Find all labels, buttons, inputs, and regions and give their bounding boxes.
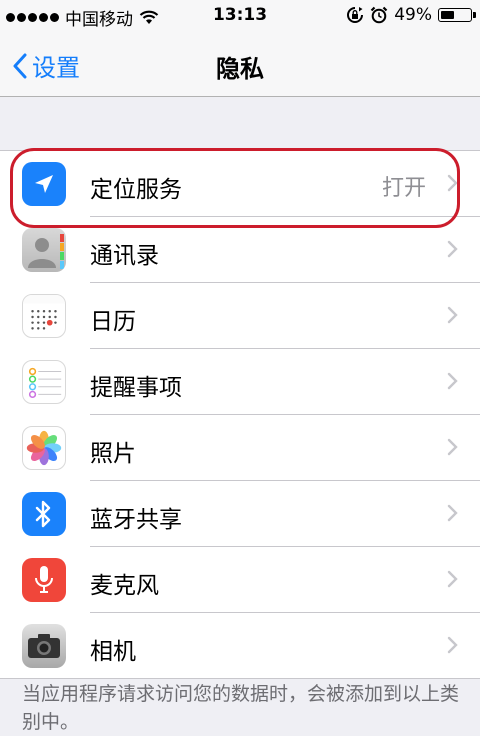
list-item-location-services[interactable]: 定位服务 打开 xyxy=(0,151,480,217)
list-item-label: 照片 xyxy=(90,441,136,467)
battery-fill xyxy=(441,11,454,19)
list-item-label: 日历 xyxy=(90,309,136,335)
chevron-right-icon xyxy=(447,438,458,456)
list-item-label: 麦克风 xyxy=(90,573,159,599)
navigation-bar: 设置 隐私 xyxy=(0,30,480,97)
rotation-lock-icon xyxy=(347,7,364,23)
list-item-photos[interactable]: 照片 xyxy=(0,415,480,481)
list-item-microphone[interactable]: 麦克风 xyxy=(0,547,480,613)
contacts-icon xyxy=(22,228,66,272)
list-item-label: 提醒事项 xyxy=(90,375,182,401)
list-item-bluetooth-sharing[interactable]: 蓝牙共享 xyxy=(0,481,480,547)
bluetooth-icon xyxy=(22,492,66,536)
list-item-camera[interactable]: 相机 xyxy=(0,613,480,679)
camera-icon xyxy=(22,624,66,668)
list-item-contacts[interactable]: 通讯录 xyxy=(0,217,480,283)
chevron-right-icon xyxy=(447,636,458,654)
list-item-value: 打开 xyxy=(381,176,426,201)
list-item-label: 蓝牙共享 xyxy=(90,507,182,533)
chevron-right-icon xyxy=(447,372,458,390)
alarm-icon xyxy=(370,6,388,24)
microphone-icon xyxy=(22,558,66,602)
battery-percent: 49% xyxy=(394,5,432,25)
list-item-label: 定位服务 xyxy=(90,177,182,203)
chevron-right-icon xyxy=(447,504,458,522)
reminders-icon xyxy=(22,360,66,404)
footer-note: 当应用程序请求访问您的数据时，会被添加到以上类别中。 xyxy=(22,683,460,733)
status-right: 49% xyxy=(346,5,476,25)
list-item-reminders[interactable]: 提醒事项 xyxy=(0,349,480,415)
battery-icon xyxy=(438,8,476,22)
status-bar: 中国移动 13:13 49% xyxy=(0,0,480,30)
list-item-calendar[interactable]: 日历 xyxy=(0,283,480,349)
page-title: 隐私 xyxy=(216,55,264,83)
location-arrow-icon xyxy=(22,162,66,206)
chevron-right-icon xyxy=(447,174,458,192)
privacy-list: 定位服务 打开 通讯录 日历 提醒事项 照片 蓝牙共享 麦克风 相机 xyxy=(0,150,480,679)
list-item-label: 通讯录 xyxy=(90,243,159,269)
chevron-right-icon xyxy=(447,306,458,324)
photos-icon xyxy=(22,426,66,470)
chevron-right-icon xyxy=(447,570,458,588)
calendar-icon xyxy=(22,294,66,338)
list-item-label: 相机 xyxy=(90,639,136,665)
chevron-right-icon xyxy=(447,240,458,258)
